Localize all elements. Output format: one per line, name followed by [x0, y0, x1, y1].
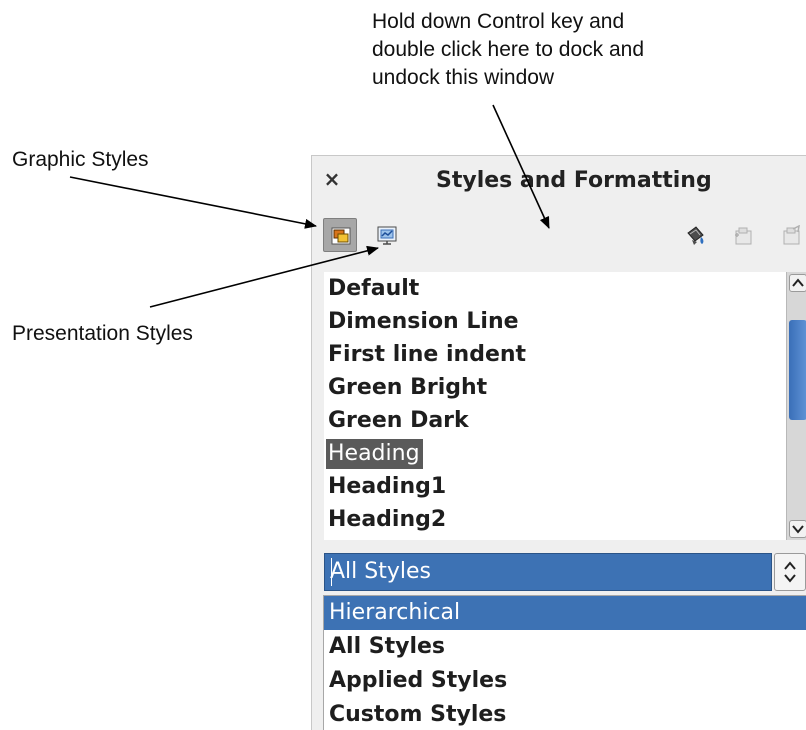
annotation-arrows [69, 104, 550, 308]
arrow-to-dock-area [492, 104, 550, 229]
arrow-to-presentation-styles [149, 245, 379, 308]
arrow-to-graphic-styles [69, 176, 317, 229]
